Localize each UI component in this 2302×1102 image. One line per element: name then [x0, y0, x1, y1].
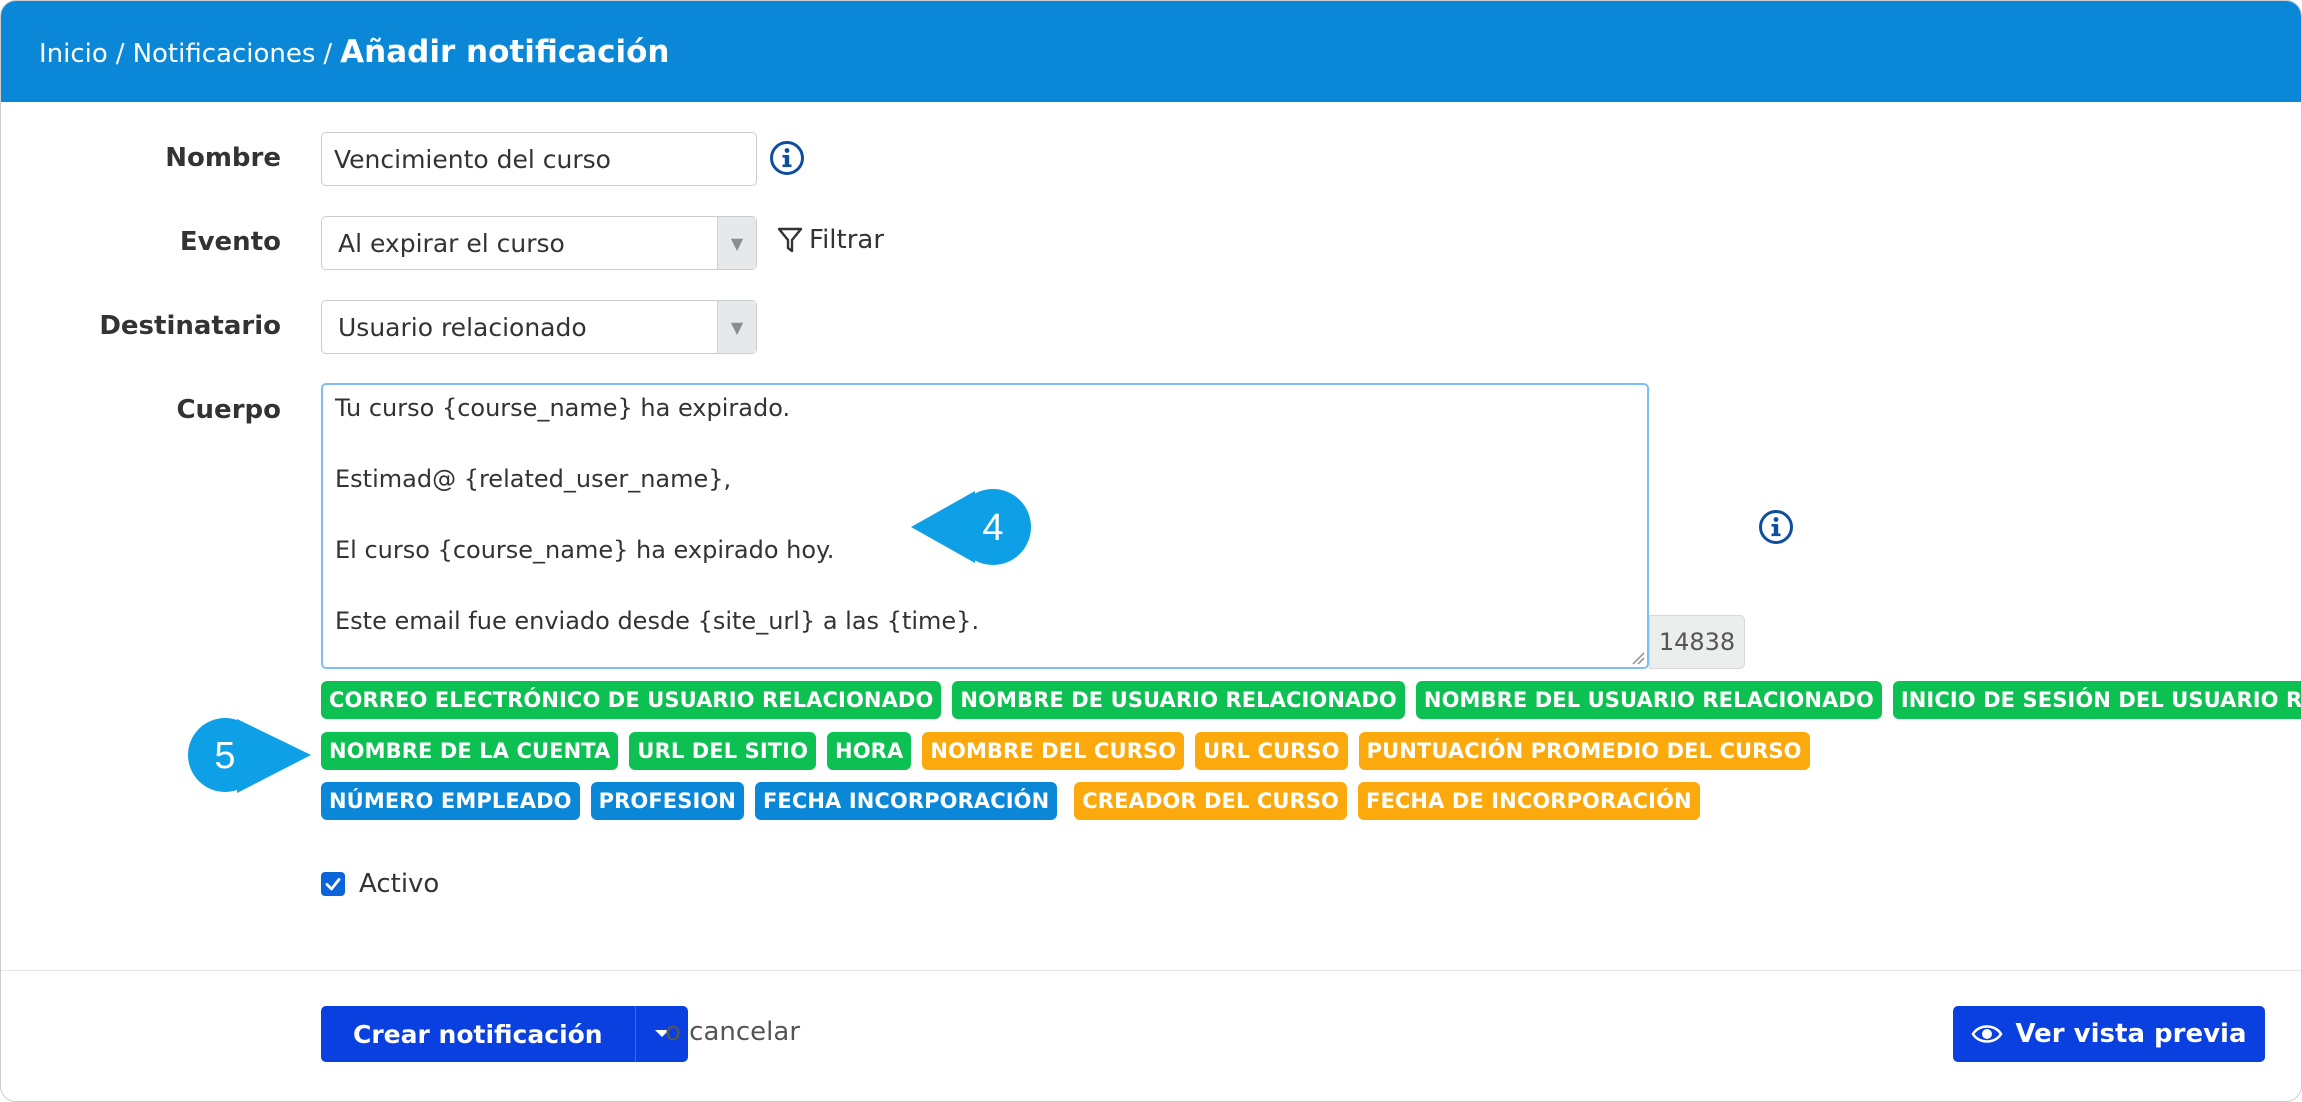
character-count: 14838 — [1649, 615, 1745, 669]
name-label: Nombre — [165, 143, 281, 173]
name-input[interactable]: Vencimiento del curso — [321, 132, 757, 186]
breadcrumb-home-link[interactable]: Inicio — [39, 39, 108, 69]
variable-tag[interactable]: INICIO DE SESIÓN DEL USUARIO RELACIONADO — [1892, 681, 2301, 719]
callout-number: 5 — [214, 735, 235, 777]
filter-button[interactable]: Filtrar — [777, 225, 884, 255]
filter-label: Filtrar — [809, 225, 885, 255]
active-checkbox-row[interactable]: Activo — [321, 869, 439, 899]
variable-tag[interactable]: FECHA INCORPORACIÓN — [754, 782, 1058, 820]
info-icon[interactable] — [769, 140, 805, 176]
recipient-select[interactable]: Usuario relacionado ▼ — [321, 300, 757, 354]
body-line: Este email fue enviado desde {site_url} … — [335, 607, 980, 635]
variable-tag[interactable]: PUNTUACIÓN PROMEDIO DEL CURSO — [1358, 732, 1810, 770]
variable-tag[interactable]: URL DEL SITIO — [629, 732, 817, 770]
eye-icon — [1971, 1025, 2003, 1043]
create-notification-button[interactable]: Crear notificación — [321, 1006, 635, 1062]
body-line — [335, 427, 1635, 463]
body-line: Tu curso {course_name} ha expirado. — [335, 394, 791, 422]
body-label: Cuerpo — [176, 395, 281, 425]
active-checkbox[interactable] — [321, 872, 345, 896]
variable-tag[interactable]: URL CURSO — [1195, 732, 1348, 770]
variable-tag[interactable]: NOMBRE DEL CURSO — [922, 732, 1185, 770]
footer-divider — [1, 970, 2301, 971]
tag-row: CORREO ELECTRÓNICO DE USUARIO RELACIONAD… — [321, 681, 2301, 719]
variable-tag[interactable]: HORA — [827, 732, 912, 770]
active-label: Activo — [359, 869, 440, 899]
recipient-label: Destinatario — [99, 311, 281, 341]
variable-tag[interactable]: NOMBRE DEL USUARIO RELACIONADO — [1415, 681, 1882, 719]
filter-icon — [777, 227, 803, 253]
callout-marker-5: 5 — [188, 718, 311, 793]
caret-down-icon[interactable]: ▼ — [717, 301, 756, 353]
variable-tag[interactable]: FECHA DE INCORPORACIÓN — [1358, 782, 1700, 820]
event-select-value: Al expirar el curso — [338, 228, 565, 258]
info-icon[interactable] — [1758, 509, 1794, 545]
page-title: Añadir notificación — [340, 33, 670, 70]
variable-tag[interactable]: CREADOR DEL CURSO — [1074, 782, 1348, 820]
variable-tag[interactable]: NOMBRE DE LA CUENTA — [321, 732, 619, 770]
body-line — [335, 569, 1635, 605]
notification-form-window: Inicio / Notificaciones / Añadir notific… — [0, 0, 2302, 1102]
breadcrumb-separator: / — [115, 38, 125, 69]
page-header: Inicio / Notificaciones / Añadir notific… — [1, 1, 2301, 102]
variable-tag[interactable]: NOMBRE DE USUARIO RELACIONADO — [952, 681, 1405, 719]
tag-row: NOMBRE DE LA CUENTA URL DEL SITIO HORA N… — [321, 732, 1810, 770]
event-label: Evento — [179, 227, 281, 257]
variable-tag[interactable]: CORREO ELECTRÓNICO DE USUARIO RELACIONAD… — [321, 681, 942, 719]
breadcrumb-notifications-link[interactable]: Notificaciones — [133, 39, 316, 69]
preview-label: Ver vista previa — [2015, 1019, 2247, 1049]
create-button-group: Crear notificación — [321, 1006, 688, 1062]
recipient-select-value: Usuario relacionado — [338, 312, 587, 342]
resize-handle-icon[interactable] — [1631, 651, 1645, 665]
callout-marker-4: 4 — [911, 489, 1031, 565]
breadcrumb: Inicio / Notificaciones / Añadir notific… — [1, 34, 670, 70]
cancel-link[interactable]: o cancelar — [665, 1017, 800, 1047]
event-select[interactable]: Al expirar el curso ▼ — [321, 216, 757, 270]
tag-row: NÚMERO EMPLEADO PROFESION FECHA INCORPOR… — [321, 782, 1700, 820]
variable-tag[interactable]: PROFESION — [590, 782, 744, 820]
caret-down-icon[interactable]: ▼ — [717, 217, 756, 269]
breadcrumb-separator: / — [323, 38, 333, 69]
variable-tag[interactable]: NÚMERO EMPLEADO — [321, 782, 580, 820]
preview-button[interactable]: Ver vista previa — [1953, 1006, 2265, 1062]
check-icon — [325, 878, 341, 891]
name-input-value: Vencimiento del curso — [334, 144, 611, 174]
callout-number: 4 — [982, 507, 1003, 549]
